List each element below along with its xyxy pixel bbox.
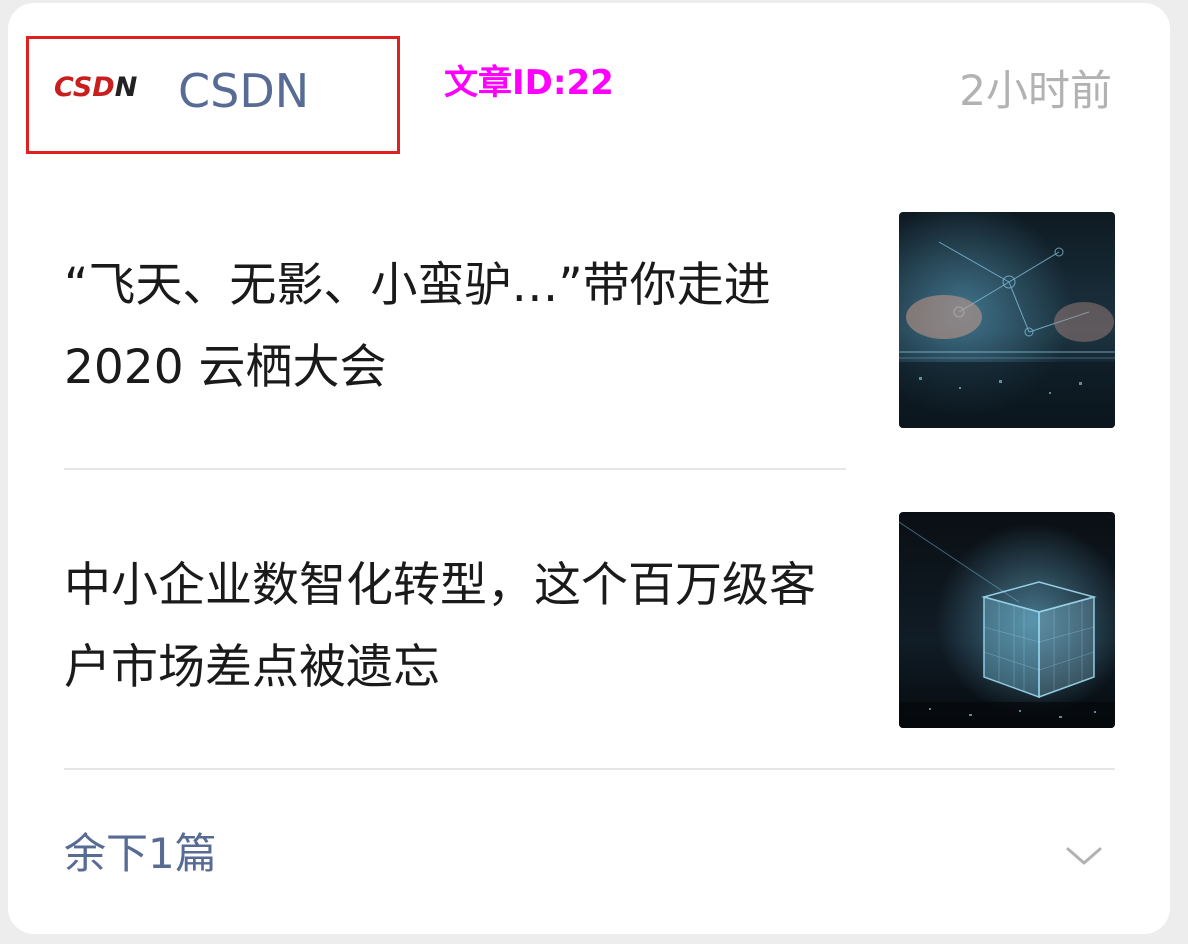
chevron-down-icon[interactable]	[1064, 841, 1104, 871]
footer-divider	[64, 768, 1115, 770]
article-item-1[interactable]: “飞天、无影、小蛮驴…”带你走进 2020 云栖大会	[8, 3, 1170, 473]
article-thumbnail[interactable]	[899, 512, 1115, 728]
article-thumbnail[interactable]	[899, 212, 1115, 428]
digital-cube-image	[899, 512, 1115, 728]
article-title[interactable]: “飞天、无影、小蛮驴…”带你走进 2020 云栖大会	[64, 245, 854, 409]
tech-hands-image	[899, 212, 1115, 428]
article-title[interactable]: 中小企业数智化转型，这个百万级客户市场差点被遗忘	[64, 545, 854, 709]
article-divider	[64, 468, 846, 470]
remaining-articles-link[interactable]: 余下1篇	[64, 825, 217, 883]
article-card: CSDN CSDN 文章ID:22 2小时前 “飞天、无影、小蛮驴…”带你走进 …	[8, 3, 1170, 934]
article-item-2[interactable]: 中小企业数智化转型，这个百万级客户市场差点被遗忘	[8, 473, 1170, 773]
